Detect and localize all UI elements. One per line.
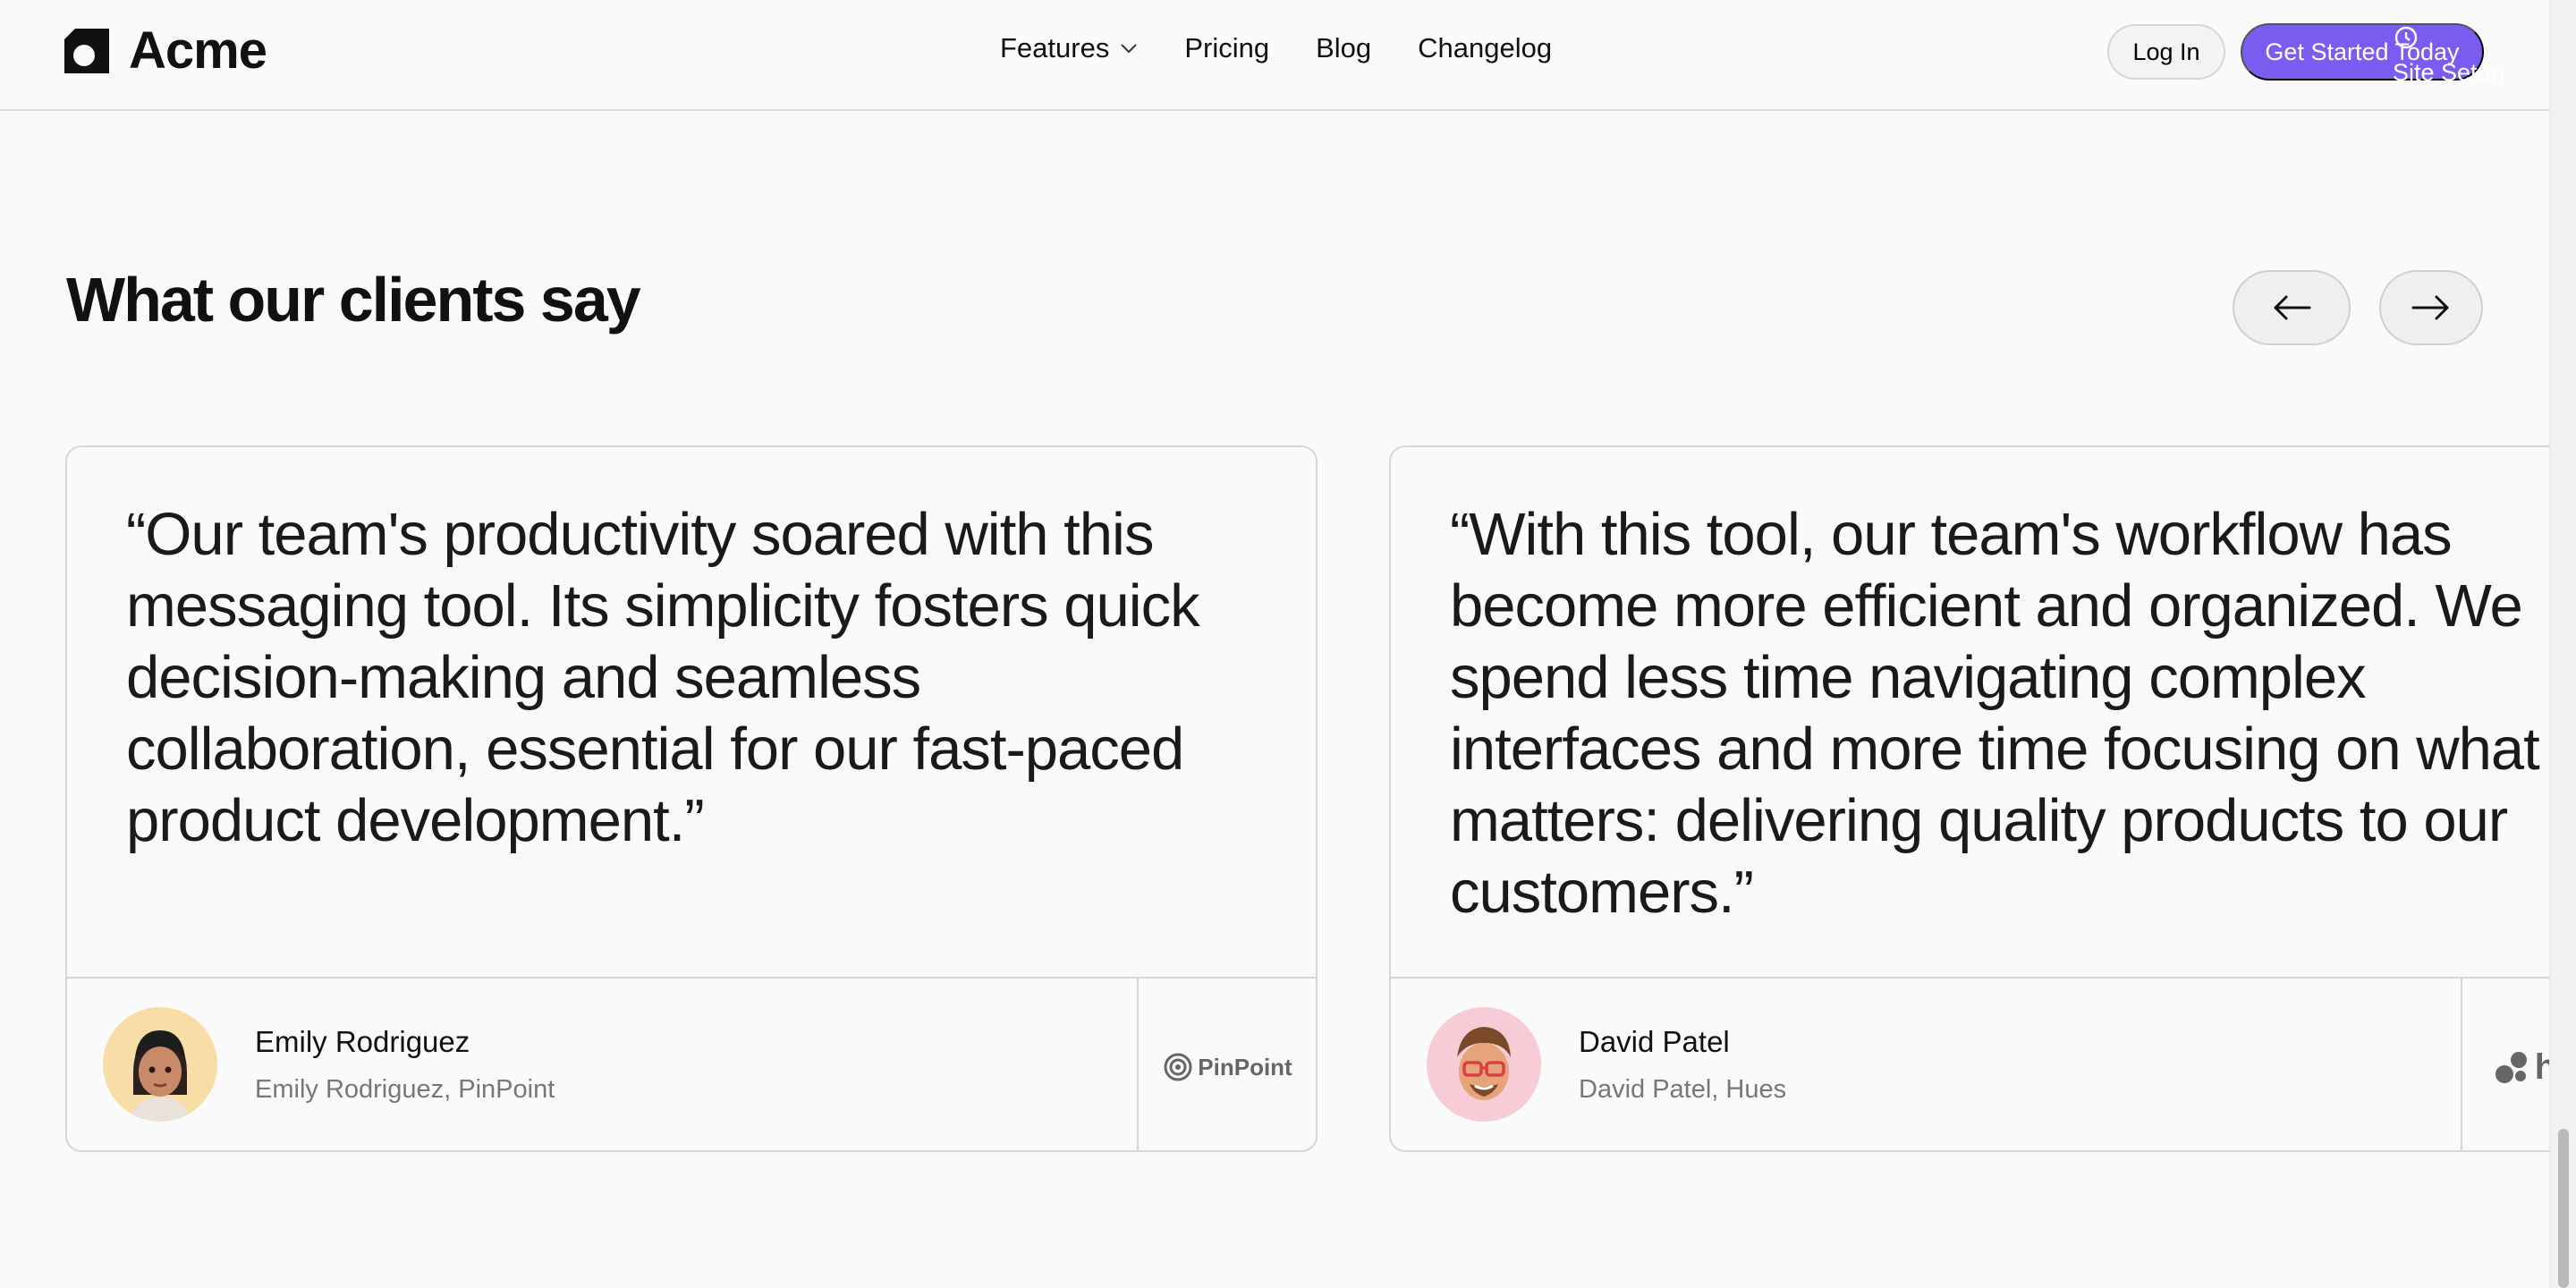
main-nav: Features Pricing Blog Changelog bbox=[1000, 32, 1598, 64]
chevron-down-icon bbox=[1121, 44, 1138, 54]
arrow-right-icon bbox=[2411, 295, 2449, 320]
testimonial-quote: “With this tool, our team's workflow has… bbox=[1450, 501, 2540, 926]
arrow-left-icon bbox=[2274, 295, 2311, 320]
site-header: Acme Features Pricing Blog Changelog Log… bbox=[0, 0, 2549, 111]
scrollbar[interactable] bbox=[2549, 0, 2576, 1288]
section-title: What our clients say bbox=[66, 265, 641, 335]
login-button[interactable]: Log In bbox=[2107, 24, 2225, 80]
carousel-next-button[interactable] bbox=[2379, 270, 2483, 345]
avatar bbox=[103, 1007, 217, 1122]
testimonial-quote: “Our team's productivity soared with thi… bbox=[126, 501, 1200, 854]
carousel-prev-button[interactable] bbox=[2233, 270, 2351, 345]
pinpoint-logo-icon bbox=[1164, 1053, 1192, 1081]
company-logo: PinPoint bbox=[1164, 1053, 1292, 1081]
clock-icon[interactable] bbox=[2394, 25, 2419, 50]
page: Acme Features Pricing Blog Changelog Log… bbox=[0, 0, 2576, 1288]
site-setup-label[interactable]: Site Setup bbox=[2393, 59, 2504, 87]
acme-logo-icon bbox=[64, 29, 109, 73]
company-logo-cell: PinPoint bbox=[1137, 979, 1316, 1150]
brand-logo[interactable]: Acme bbox=[64, 25, 267, 77]
person-name: Emily Rodriguez bbox=[255, 1025, 470, 1058]
nav-item-label: Pricing bbox=[1184, 32, 1270, 64]
nav-item-pricing[interactable]: Pricing bbox=[1184, 32, 1269, 64]
person-name: David Patel bbox=[1579, 1025, 1730, 1058]
person-role: Emily Rodriguez, PinPoint bbox=[255, 1075, 555, 1104]
person-role: David Patel, Hues bbox=[1579, 1075, 1787, 1104]
testimonial-card: “With this tool, our team's workflow has… bbox=[1389, 445, 2576, 1152]
avatar bbox=[1427, 1007, 1541, 1122]
nav-item-changelog[interactable]: Changelog bbox=[1418, 32, 1552, 64]
nav-item-label: Blog bbox=[1316, 32, 1372, 64]
nav-item-features[interactable]: Features bbox=[1000, 32, 1138, 64]
hues-logo-icon bbox=[2495, 1052, 2527, 1083]
scrollbar-thumb[interactable] bbox=[2558, 1129, 2569, 1288]
testimonial-footer: David Patel David Patel, Hues h bbox=[1391, 977, 2576, 1150]
brand-name: Acme bbox=[129, 21, 267, 80]
nav-item-blog[interactable]: Blog bbox=[1316, 32, 1371, 64]
testimonial-card: “Our team's productivity soared with thi… bbox=[65, 445, 1318, 1152]
company-logo: h bbox=[2494, 1047, 2556, 1088]
nav-item-label: Features bbox=[1000, 32, 1110, 64]
nav-item-label: Changelog bbox=[1418, 32, 1553, 64]
company-name: PinPoint bbox=[1198, 1053, 1292, 1080]
testimonial-footer: Emily Rodriguez Emily Rodriguez, PinPoin… bbox=[67, 977, 1316, 1150]
